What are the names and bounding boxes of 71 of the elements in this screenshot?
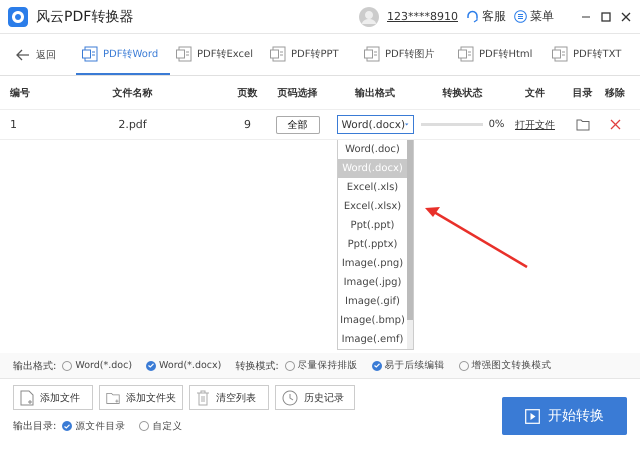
dropdown-option[interactable]: Word(.doc)	[338, 140, 407, 159]
column-header: 页码选择	[278, 86, 318, 100]
column-header: 文件	[525, 86, 545, 100]
radio-option[interactable]: 自定义	[139, 420, 182, 432]
document-icon	[82, 46, 98, 62]
table-cell: 9	[244, 118, 251, 131]
tab[interactable]: PDF转Excel	[170, 34, 264, 75]
column-header: 编号	[10, 86, 30, 100]
document-icon	[364, 46, 380, 62]
column-header: 转换状态	[442, 86, 482, 100]
tab[interactable]: PDF转Html	[452, 34, 546, 75]
column-header: 目录	[572, 86, 592, 100]
output-dir-label: 输出目录:	[13, 420, 56, 433]
tab[interactable]: PDF转TXT	[546, 34, 640, 75]
document-icon	[552, 46, 568, 62]
trash-icon	[196, 390, 210, 406]
radio-option[interactable]: Word(*.doc)	[62, 360, 132, 371]
mode-label: 转换模式:	[235, 360, 279, 372]
radio-option[interactable]: Word(*.docx)	[146, 360, 222, 371]
menu-icon	[514, 10, 527, 23]
column-header: 输出格式	[355, 86, 395, 100]
action-button[interactable]: 添加文件夹	[99, 385, 183, 410]
dropdown-option[interactable]: Ppt(.ppt)	[338, 216, 407, 235]
clock-icon	[282, 390, 298, 406]
format-label: 输出格式:	[13, 360, 56, 372]
table-cell: 1	[10, 118, 17, 131]
progress-text: 0%	[488, 119, 504, 130]
dropdown-option[interactable]: Excel(.xlsx)	[338, 197, 407, 216]
column-header: 移除	[605, 86, 625, 100]
start-button[interactable]: 开始转换	[502, 397, 627, 435]
dropdown-option[interactable]: Ppt(.pptx)	[338, 235, 407, 254]
menu-button[interactable]: 菜单	[514, 8, 554, 25]
dropdown-option[interactable]: Excel(.xls)	[338, 178, 407, 197]
action-button[interactable]: 历史记录	[275, 385, 355, 410]
close-icon[interactable]	[620, 10, 632, 22]
document-icon	[458, 46, 474, 62]
maximize-icon[interactable]	[600, 10, 612, 22]
dropdown-option[interactable]: Image(.gif)	[338, 292, 407, 311]
tab[interactable]: PDF转图片	[358, 34, 452, 75]
page-select-button[interactable]: 全部	[276, 116, 320, 134]
dropdown-option[interactable]: Image(.jpg)	[338, 273, 407, 292]
radio-option[interactable]: 增强图文转换模式	[458, 359, 552, 372]
format-dropdown[interactable]: Word(.docx)	[336, 115, 414, 134]
dropdown-option[interactable]: Image(.png)	[338, 254, 407, 273]
account-link[interactable]: 123****8910	[387, 10, 458, 23]
back-arrow-icon	[16, 48, 30, 60]
document-icon	[176, 46, 192, 62]
column-header: 页数	[238, 86, 258, 100]
tab[interactable]: PDF转PPT	[264, 34, 358, 75]
dropdown-option[interactable]: Image(.emf)	[338, 330, 407, 349]
open-file-link[interactable]: 打开文件	[515, 118, 555, 132]
remove-icon[interactable]	[610, 119, 620, 130]
folder-icon[interactable]	[576, 118, 590, 131]
file-add-icon	[20, 390, 34, 406]
radio-option[interactable]: 易于后续编辑	[372, 359, 445, 372]
column-header: 文件名称	[112, 86, 152, 100]
back-button[interactable]: 返回	[10, 34, 62, 75]
radio-option[interactable]: 尽量保持排版	[284, 359, 358, 372]
scrollbar-thumb[interactable]	[407, 140, 413, 320]
app-logo	[8, 6, 28, 26]
table-cell: 2.pdf	[118, 118, 147, 131]
action-button[interactable]: 添加文件	[13, 385, 93, 410]
play-icon	[525, 408, 540, 424]
headset-icon	[466, 10, 479, 23]
radio-option[interactable]: 源文件目录	[62, 420, 126, 432]
document-icon	[270, 46, 286, 62]
dropdown-option[interactable]: Image(.bmp)	[338, 311, 407, 330]
action-button[interactable]: 清空列表	[189, 385, 269, 410]
support-button[interactable]: 客服	[466, 8, 506, 25]
app-title: 风云PDF转换器	[36, 8, 134, 26]
tab[interactable]: PDF转Word	[76, 34, 170, 75]
